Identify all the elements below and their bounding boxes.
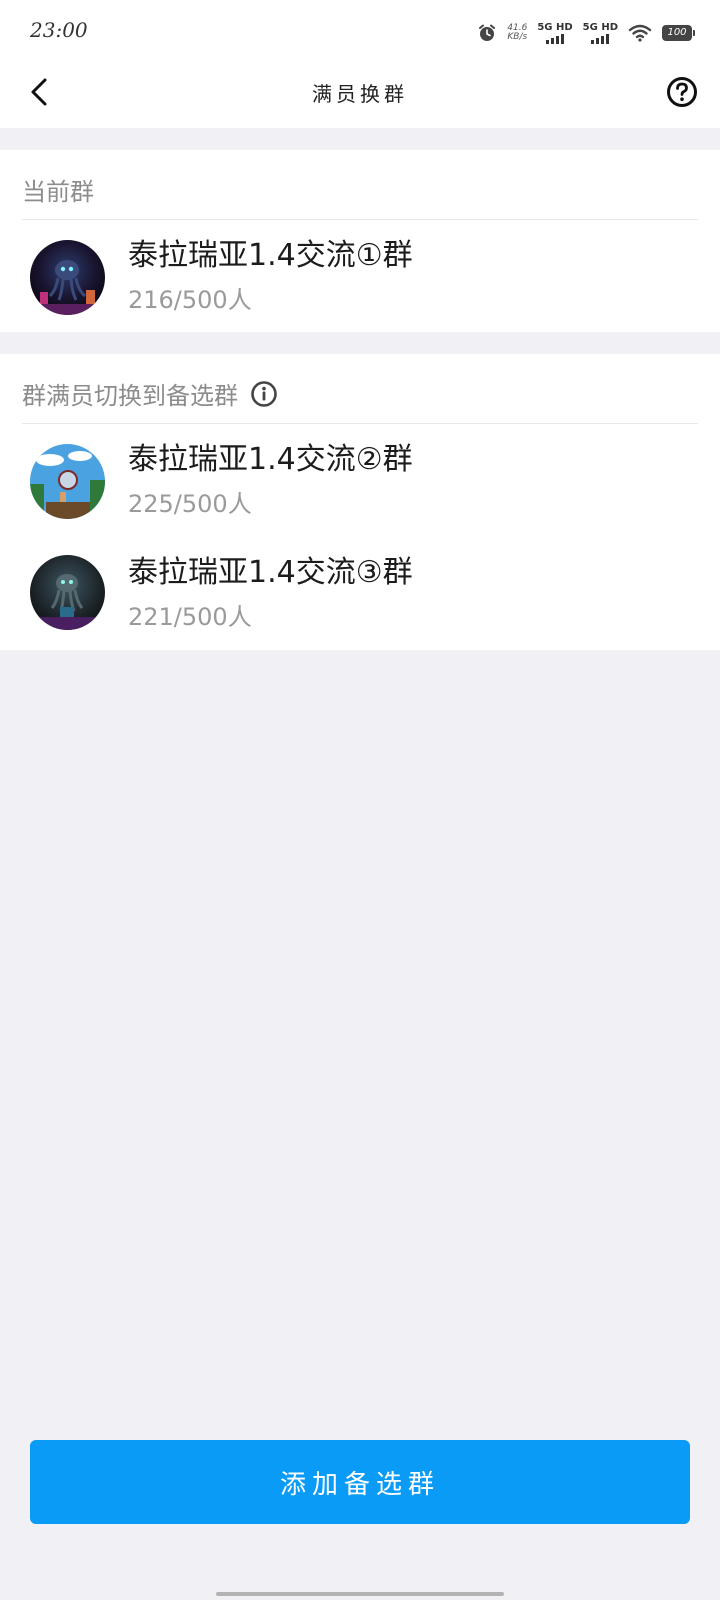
page-title: 满员换群 (312, 82, 408, 106)
group-member-count: 216/500人 (128, 286, 252, 314)
signal-1-label: 5G HD (537, 22, 573, 33)
signal-1: 5G HD (537, 22, 573, 44)
status-bar: 23:00 41.6 KB/s 5G HD 5G HD 100 (0, 0, 720, 62)
group-member-count: 221/500人 (128, 603, 252, 631)
nav-bar: 满员换群 (0, 62, 720, 128)
group-name: 泰拉瑞亚1.4交流②群 (128, 442, 413, 477)
group-name: 泰拉瑞亚1.4交流①群 (128, 238, 413, 273)
backup-group-row[interactable]: 泰拉瑞亚1.4交流③群 221/500人 (0, 547, 720, 647)
group-avatar (30, 555, 105, 630)
signal-bars-icon (546, 34, 564, 44)
group-member-count: 225/500人 (128, 490, 252, 518)
status-icons: 41.6 KB/s 5G HD 5G HD 100 (477, 20, 695, 46)
current-group-header: 当前群 (22, 172, 94, 207)
signal-bars-icon (591, 34, 610, 44)
divider (22, 423, 698, 424)
group-avatar (30, 444, 105, 519)
alarm-icon (477, 23, 497, 43)
current-group-section: 当前群 泰拉瑞亚1.4交流①群 216/500人 (0, 150, 720, 332)
group-avatar (30, 240, 105, 315)
backup-group-row[interactable]: 泰拉瑞亚1.4交流②群 225/500人 (0, 434, 720, 534)
divider (22, 219, 698, 220)
wifi-icon (628, 24, 652, 42)
home-indicator (216, 1592, 504, 1596)
add-backup-group-button[interactable]: 添加备选群 (30, 1440, 690, 1524)
group-name: 泰拉瑞亚1.4交流③群 (128, 555, 413, 590)
network-speed-unit: KB/s (507, 32, 528, 42)
network-speed: 41.6 KB/s (507, 24, 527, 42)
backup-groups-header: 群满员切换到备选群 (22, 376, 278, 411)
backup-groups-section: 群满员切换到备选群 泰拉瑞亚1.4交流②群 225/500人 泰拉瑞亚1.4交流… (0, 354, 720, 650)
signal-2-label: 5G HD (582, 22, 618, 33)
battery-icon: 100 (662, 25, 695, 41)
help-button[interactable] (660, 72, 704, 116)
current-group-row[interactable]: 泰拉瑞亚1.4交流①群 216/500人 (0, 230, 720, 330)
backup-groups-header-label: 群满员切换到备选群 (22, 382, 238, 410)
question-circle-icon (666, 76, 698, 112)
current-group-header-label: 当前群 (22, 178, 94, 206)
signal-2: 5G HD (583, 22, 618, 44)
info-icon[interactable] (250, 380, 278, 408)
status-time: 23:00 (30, 18, 88, 42)
